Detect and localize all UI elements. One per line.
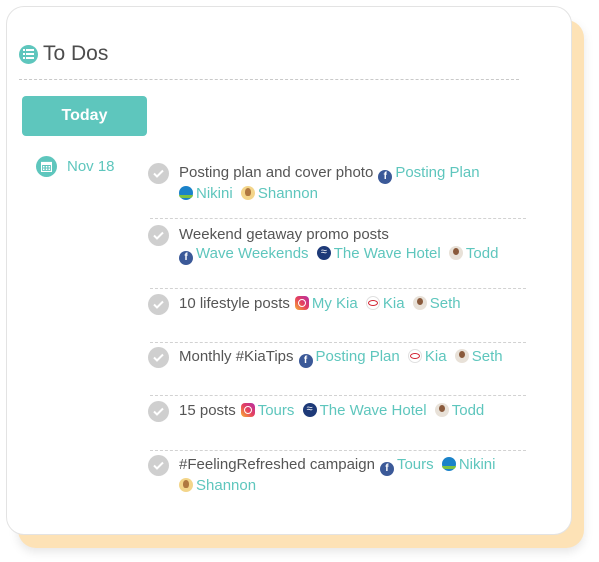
todo-tag-label: Shannon [257,185,318,202]
todo-tag[interactable]: Shannon [179,477,256,494]
today-button[interactable]: Today [22,96,147,136]
todo-tag[interactable]: Todd [434,402,485,419]
todo-item: 15 posts Tours The Wave Hotel Todd [148,400,523,422]
todo-tag-label: Wave Weekends [196,245,309,262]
wave-hotel-logo-icon [302,400,317,419]
todo-tag[interactable]: f Posting Plan [298,348,400,368]
complete-checkbox[interactable] [148,163,169,184]
todo-item: #FeelingRefreshed campaign f Tours Nikini … [148,455,523,495]
todo-tag[interactable]: Tours [240,402,295,419]
todo-tag-label: Seth [471,348,503,365]
todo-tag-label: Nikini [196,185,233,202]
todo-title[interactable]: Monthly #KiaTips [179,348,294,365]
avatar-shannon-icon [179,478,193,492]
todo-title[interactable]: Weekend getaway promo posts [179,226,389,243]
todo-tag[interactable]: Seth [412,295,461,312]
todos-header: To Dos [19,42,108,66]
checkmark-icon [153,300,164,309]
todo-tag-label: Seth [429,295,461,312]
todo-tag-label: The Wave Hotel [333,245,441,262]
todo-tag-label: Kia [424,348,447,365]
kia-logo-icon [407,349,422,363]
todo-content: #FeelingRefreshed campaign f Tours Nikini … [179,455,523,495]
todo-content: 15 posts Tours The Wave Hotel Todd [179,400,488,420]
todo-content: Monthly #KiaTips f Posting Plan Kia Seth [179,347,507,368]
todo-tag[interactable]: The Wave Hotel [316,243,441,262]
todo-tag[interactable]: Shannon [240,185,318,202]
list-icon [19,44,38,64]
wave-hotel-logo-icon [316,243,331,262]
checkmark-icon [153,353,164,362]
instagram-icon [240,403,255,417]
complete-checkbox[interactable] [148,455,169,476]
todo-title[interactable]: #FeelingRefreshed campaign [179,456,375,473]
instagram-icon [294,296,309,310]
complete-checkbox[interactable] [148,401,169,422]
date-group: Nov 18 [36,156,115,177]
complete-checkbox[interactable] [148,347,169,368]
todo-item: Weekend getaway promo posts f Wave Weekend… [148,225,523,265]
todo-item: Posting plan and cover photo f Posting Pla… [148,163,523,203]
checkmark-icon [153,461,164,470]
todo-item: 10 lifestyle posts My Kia Kia Seth [148,294,523,315]
todo-tag[interactable]: The Wave Hotel [302,400,427,419]
todo-tag-label: Tours [257,402,295,419]
facebook-icon: f [379,462,394,476]
todo-tag-label: My Kia [311,295,358,312]
facebook-icon: f [378,170,393,184]
todo-tag[interactable]: f Tours [379,456,434,476]
todo-tag-label: Shannon [196,477,257,494]
complete-checkbox[interactable] [148,294,169,315]
todo-divider [150,342,526,343]
todo-tag[interactable]: Kia [365,295,405,312]
todo-divider [150,288,526,289]
todo-item: Monthly #KiaTips f Posting Plan Kia Seth [148,347,523,368]
todo-tag-label: Todd [451,402,485,419]
todo-tag-label: Todd [465,245,499,262]
todo-tag-label: The Wave Hotel [319,402,427,419]
todo-divider [150,450,526,451]
avatar-shannon-icon [240,186,255,200]
todo-content: Weekend getaway promo posts f Wave Weekend… [179,225,523,265]
facebook-icon: f [298,354,313,368]
avatar-todd-icon [434,403,449,417]
todo-tag-label: Nikini [458,456,496,473]
checkmark-icon [153,231,164,240]
todo-tag-label: Posting Plan [315,348,400,365]
calendar-icon [36,156,57,177]
todo-tag[interactable]: f Posting Plan [378,164,480,184]
avatar-seth-icon [412,296,427,310]
avatar-seth-icon [454,349,469,363]
todo-title[interactable]: Posting plan and cover photo [179,164,373,181]
todo-tag-label: Tours [396,456,434,473]
todo-divider [150,395,526,396]
facebook-icon: f [179,251,193,265]
todo-tag-label: Kia [382,295,405,312]
date-label: Nov 18 [67,158,115,175]
todo-tag-label: Posting Plan [395,164,480,181]
todo-content: Posting plan and cover photo f Posting Pla… [179,163,523,203]
todo-title[interactable]: 15 posts [179,402,236,419]
checkmark-icon [153,407,164,416]
nikini-logo-icon [179,186,193,200]
todo-tag[interactable]: f Wave Weekends [179,245,309,265]
todo-tag[interactable]: Todd [448,245,499,262]
page-title: To Dos [43,42,109,65]
avatar-todd-icon [448,246,463,260]
complete-checkbox[interactable] [148,225,169,246]
todo-tag[interactable]: Nikini [441,456,496,473]
todo-tag[interactable]: Kia [407,348,447,365]
kia-logo-icon [365,296,380,310]
todo-tag[interactable]: Seth [454,348,503,365]
checkmark-icon [153,169,164,178]
nikini-logo-icon [441,457,456,471]
header-divider [19,79,519,80]
todo-title[interactable]: 10 lifestyle posts [179,295,290,312]
todo-content: 10 lifestyle posts My Kia Kia Seth [179,294,465,313]
todo-tag[interactable]: Nikini [179,185,233,202]
todo-tag[interactable]: My Kia [294,295,358,312]
todo-divider [150,218,526,219]
